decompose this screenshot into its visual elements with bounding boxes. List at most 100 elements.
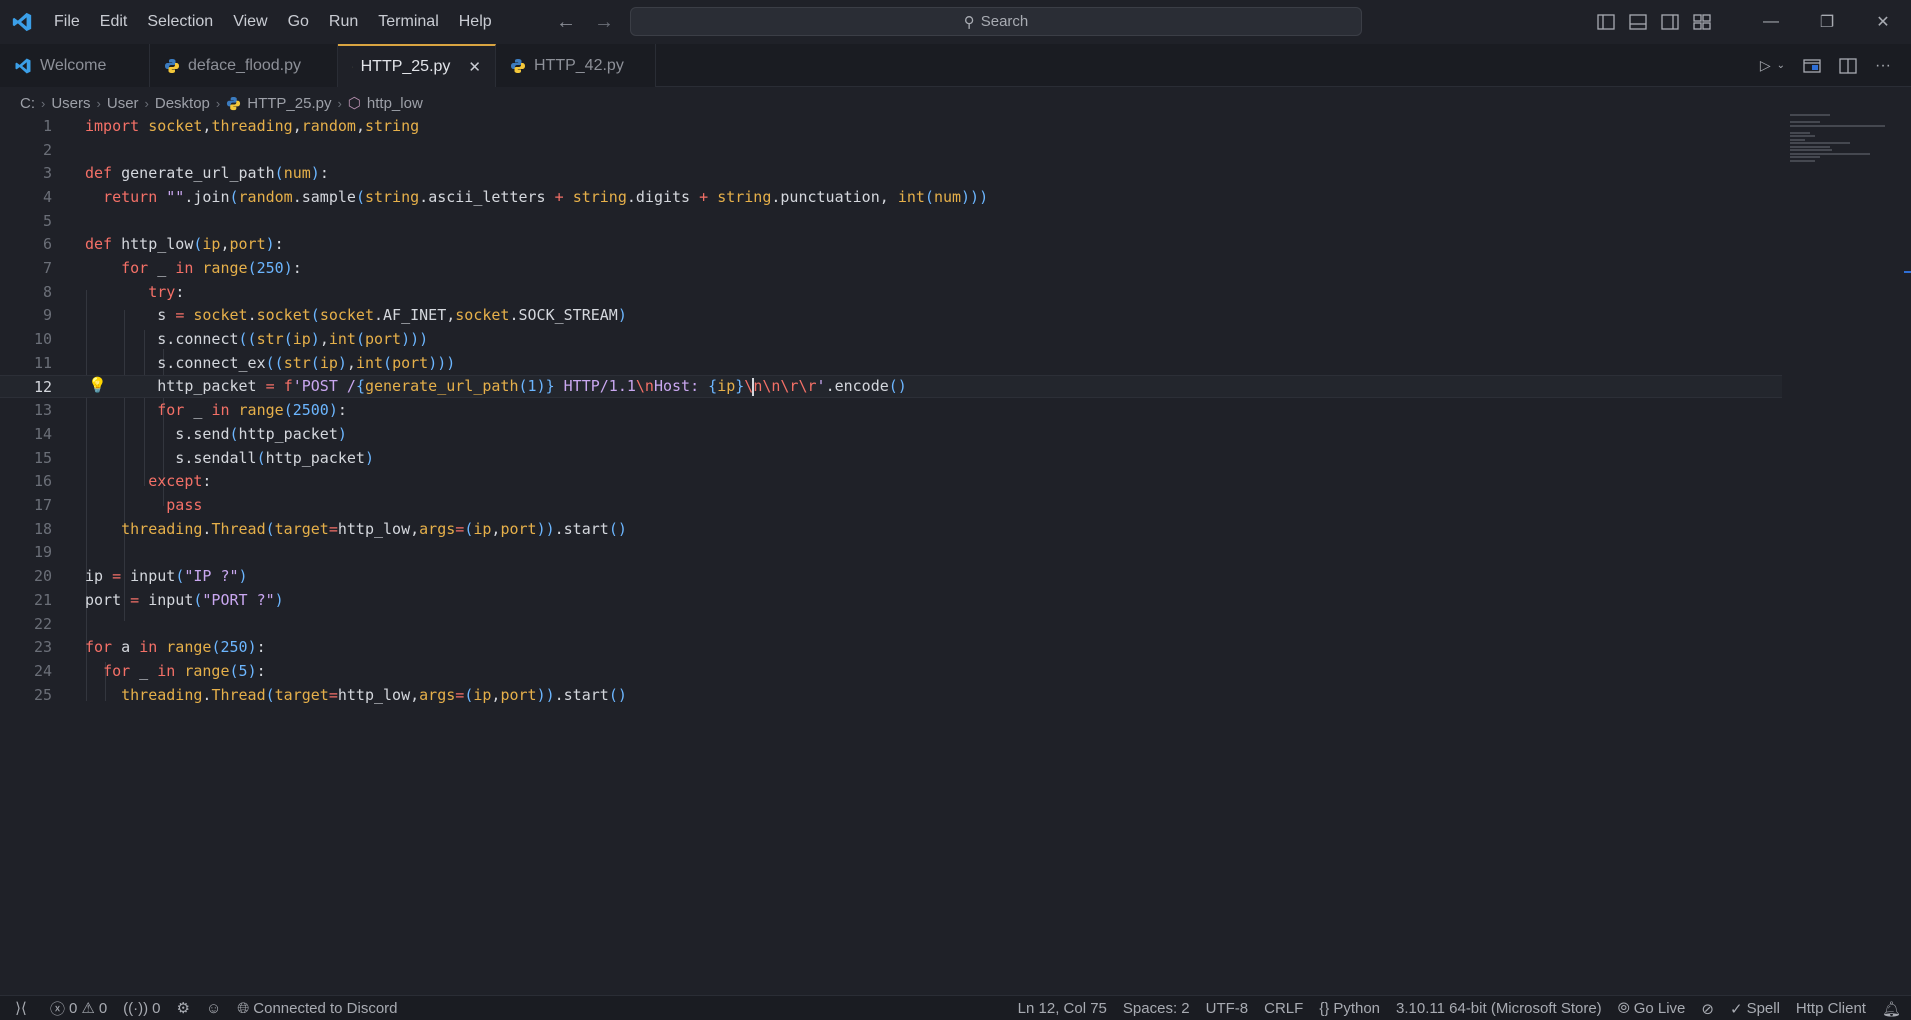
cursor-position[interactable]: Ln 12, Col 75 [1010,1000,1115,1017]
tab-http-42[interactable]: HTTP_42.py [496,44,656,87]
globe-icon: 🌐︎ [237,999,250,1017]
forward-arrow-icon[interactable]: → [594,11,614,34]
menu-bar: File Edit Selection View Go Run Terminal… [44,0,502,44]
python-icon [511,58,525,73]
menu-run[interactable]: Run [319,0,368,44]
vscode-logo-icon[interactable] [0,0,44,44]
menu-help[interactable]: Help [449,0,502,44]
eye-off-icon[interactable]: ⊘ [1693,1000,1722,1018]
code-line: 13 for _ in range(2500): [33,401,347,420]
python-interpreter[interactable]: 3.10.11 64-bit (Microsoft Store) [1388,1000,1610,1017]
problems-indicator[interactable]: ⓧ 0 ⚠ 0 [42,998,115,1019]
breadcrumb-users[interactable]: Users [51,95,90,112]
code-line: 2 [42,140,52,159]
minimize-icon[interactable]: — [1743,0,1799,44]
toggle-primary-sidebar-icon[interactable] [1597,14,1615,30]
open-preview-icon[interactable] [1803,58,1821,74]
breadcrumb: C: › Users › User › Desktop › HTTP_25.py… [20,92,423,114]
cube-icon: ⬡ [347,95,361,112]
run-icon[interactable]: ▷ [1760,57,1771,74]
tab-http-25[interactable]: HTTP_25.py ✕ [338,44,496,87]
warning-icon: ⚠ [81,1000,95,1017]
code-line: 1 import socket,threading,random,string [42,116,420,135]
code-line: 4 return "".join(random.sample(string.as… [42,187,989,206]
encoding[interactable]: UTF-8 [1198,1000,1257,1017]
tab-welcome[interactable]: Welcome [0,44,150,87]
code-line: 17 pass [33,496,203,515]
customize-layout-icon[interactable] [1693,14,1711,30]
vscode-icon [15,58,31,73]
tab-deface-flood[interactable]: deface_flood.py [150,44,338,87]
tab-label: deface_flood.py [188,56,301,74]
code-line: 7 for _ in range(250): [42,259,302,278]
ports-indicator[interactable]: ((·)) 0 [115,1000,168,1017]
code-line: 20 ip = input("IP ?") [33,567,248,586]
indentation[interactable]: Spaces: 2 [1115,1000,1198,1017]
code-line: 9 s = socket.socket(socket.AF_INET,socke… [42,306,627,325]
code-line: 19 [33,543,52,562]
code-line: 6 def http_low(ip,port): [42,235,284,254]
nav-arrows: ← → [556,0,614,44]
menu-terminal[interactable]: Terminal [368,0,448,44]
tab-label: HTTP_42.py [534,56,624,74]
code-line: 10 s.connect((str(ip),int(port))) [33,330,429,349]
chevron-right-icon: › [96,95,101,111]
code-line: 15 s.sendall(http_packet) [33,448,374,467]
menu-file[interactable]: File [44,0,90,44]
feedback-smiley-icon[interactable]: ☺ [198,1000,229,1017]
minimap[interactable] [1790,114,1890,174]
menu-view[interactable]: View [223,0,277,44]
code-editor[interactable]: 1 import socket,threading,random,string … [0,114,1782,714]
close-window-icon[interactable]: ✕ [1855,0,1911,44]
toggle-secondary-sidebar-icon[interactable] [1661,14,1679,30]
code-line: 24 for _ in range(5): [33,661,266,680]
breadcrumb-desktop[interactable]: Desktop [155,95,210,112]
check-icon: ✓ [1729,1000,1743,1018]
error-icon: ⓧ [50,1000,66,1018]
tab-actions: ▷ ⌄ ··· [1760,44,1911,87]
search-icon: ⚲ [963,13,975,31]
spell-checker[interactable]: ✓ Spell [1722,1000,1788,1018]
title-bar: File Edit Selection View Go Run Terminal… [0,0,1911,44]
menu-go[interactable]: Go [278,0,319,44]
go-live-button[interactable]: ⦾ Go Live [1610,1000,1694,1017]
scrollbar-cursor-marker [1904,271,1911,273]
menu-selection[interactable]: Selection [137,0,223,44]
python-icon [352,66,353,67]
debug-launch-icon[interactable]: ⚙ [168,999,197,1017]
status-bar: ⟩⟨ ⓧ 0 ⚠ 0 ((·)) 0 ⚙ ☺ 🌐︎ Connected to D… [0,995,1911,1020]
editor-tabs: Welcome deface_flood.py HTTP_25.py ✕ HTT… [0,44,1911,87]
http-client[interactable]: Http Client [1788,1000,1874,1017]
chevron-right-icon: › [337,95,342,111]
text-cursor [752,377,755,396]
chevron-right-icon: › [215,95,221,111]
search-placeholder: Search [980,13,1029,30]
code-line: 21 port = input("PORT ?") [33,590,284,609]
language-mode[interactable]: {} Python [1311,1000,1388,1017]
code-line: 14 s.send(http_packet) [33,424,347,443]
menu-edit[interactable]: Edit [90,0,138,44]
breadcrumb-drive[interactable]: C: [20,95,35,112]
back-arrow-icon[interactable]: ← [556,11,576,34]
broadcast-icon: ⦾ [1617,1000,1630,1017]
line-endings[interactable]: CRLF [1256,1000,1311,1017]
discord-status[interactable]: 🌐︎ Connected to Discord [229,1000,405,1017]
bell-icon[interactable]: 🔔︎ [1874,1000,1911,1018]
code-line: 16 except: [33,472,212,491]
breadcrumb-user[interactable]: User [107,95,139,112]
breadcrumb-symbol[interactable]: http_low [367,95,423,112]
chevron-down-icon[interactable]: ⌄ [1777,60,1785,71]
code-line: 3 def generate_url_path(num): [42,164,329,183]
more-actions-icon[interactable]: ··· [1875,57,1891,75]
toggle-panel-icon[interactable] [1629,14,1647,30]
code-line: 25 threading.Thread(target=http_low,args… [33,685,627,704]
code-line: 5 [42,211,52,230]
restore-icon[interactable]: ❐ [1799,0,1855,44]
tab-close-icon[interactable]: ✕ [468,58,481,76]
chevron-right-icon: › [41,95,46,111]
code-line: 18 threading.Thread(target=http_low,args… [33,519,627,538]
remote-indicator-icon[interactable]: ⟩⟨ [0,996,42,1020]
breadcrumb-file[interactable]: HTTP_25.py [247,95,331,112]
search-box[interactable]: ⚲ Search [630,7,1362,36]
split-editor-icon[interactable] [1839,57,1857,74]
